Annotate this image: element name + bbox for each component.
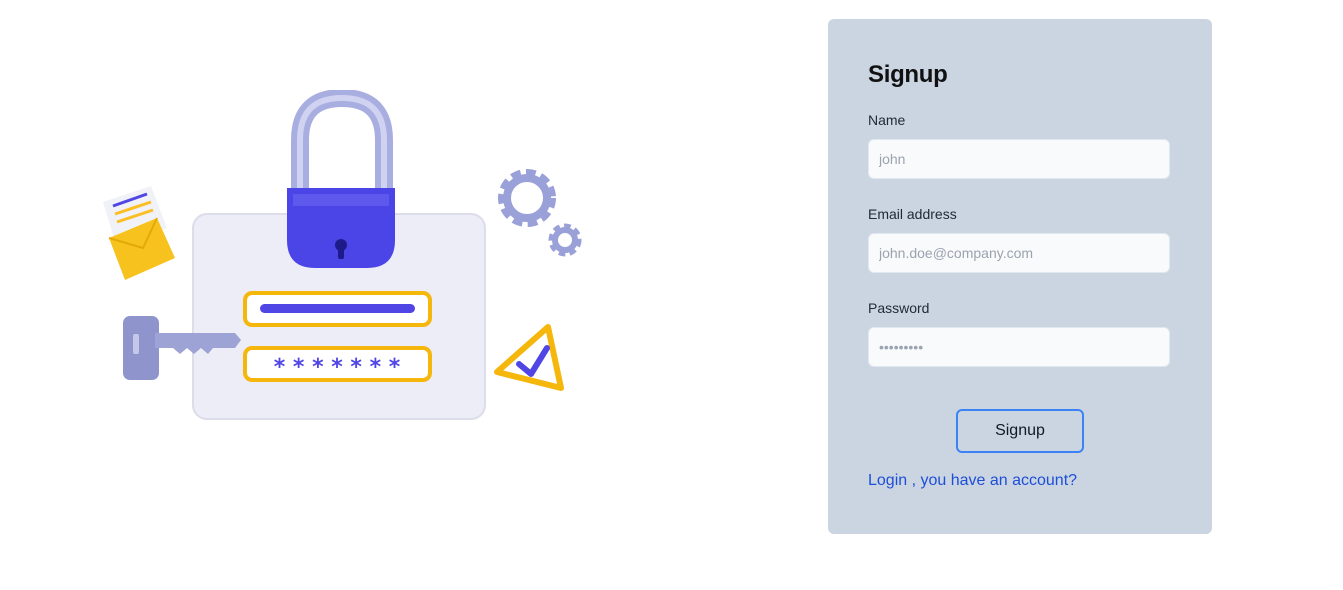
security-illustration: * * * * * * *	[95, 90, 595, 430]
padlock-icon	[287, 90, 395, 268]
password-input[interactable]	[868, 327, 1170, 367]
name-input[interactable]	[868, 139, 1170, 179]
signup-card: Signup Name Email address Password Signu…	[828, 19, 1212, 534]
check-badge-icon	[494, 324, 564, 391]
svg-text:* * * * * * *: * * * * * * *	[274, 355, 401, 380]
signup-button[interactable]: Signup	[956, 409, 1084, 453]
name-label: Name	[868, 112, 906, 128]
email-label: Email address	[868, 206, 957, 222]
gear-icon	[498, 169, 582, 257]
envelope-icon	[103, 186, 175, 280]
form-title: Signup	[868, 61, 948, 88]
email-input[interactable]	[868, 233, 1170, 273]
login-link[interactable]: Login , you have an account?	[868, 472, 1077, 490]
password-label: Password	[868, 300, 930, 316]
